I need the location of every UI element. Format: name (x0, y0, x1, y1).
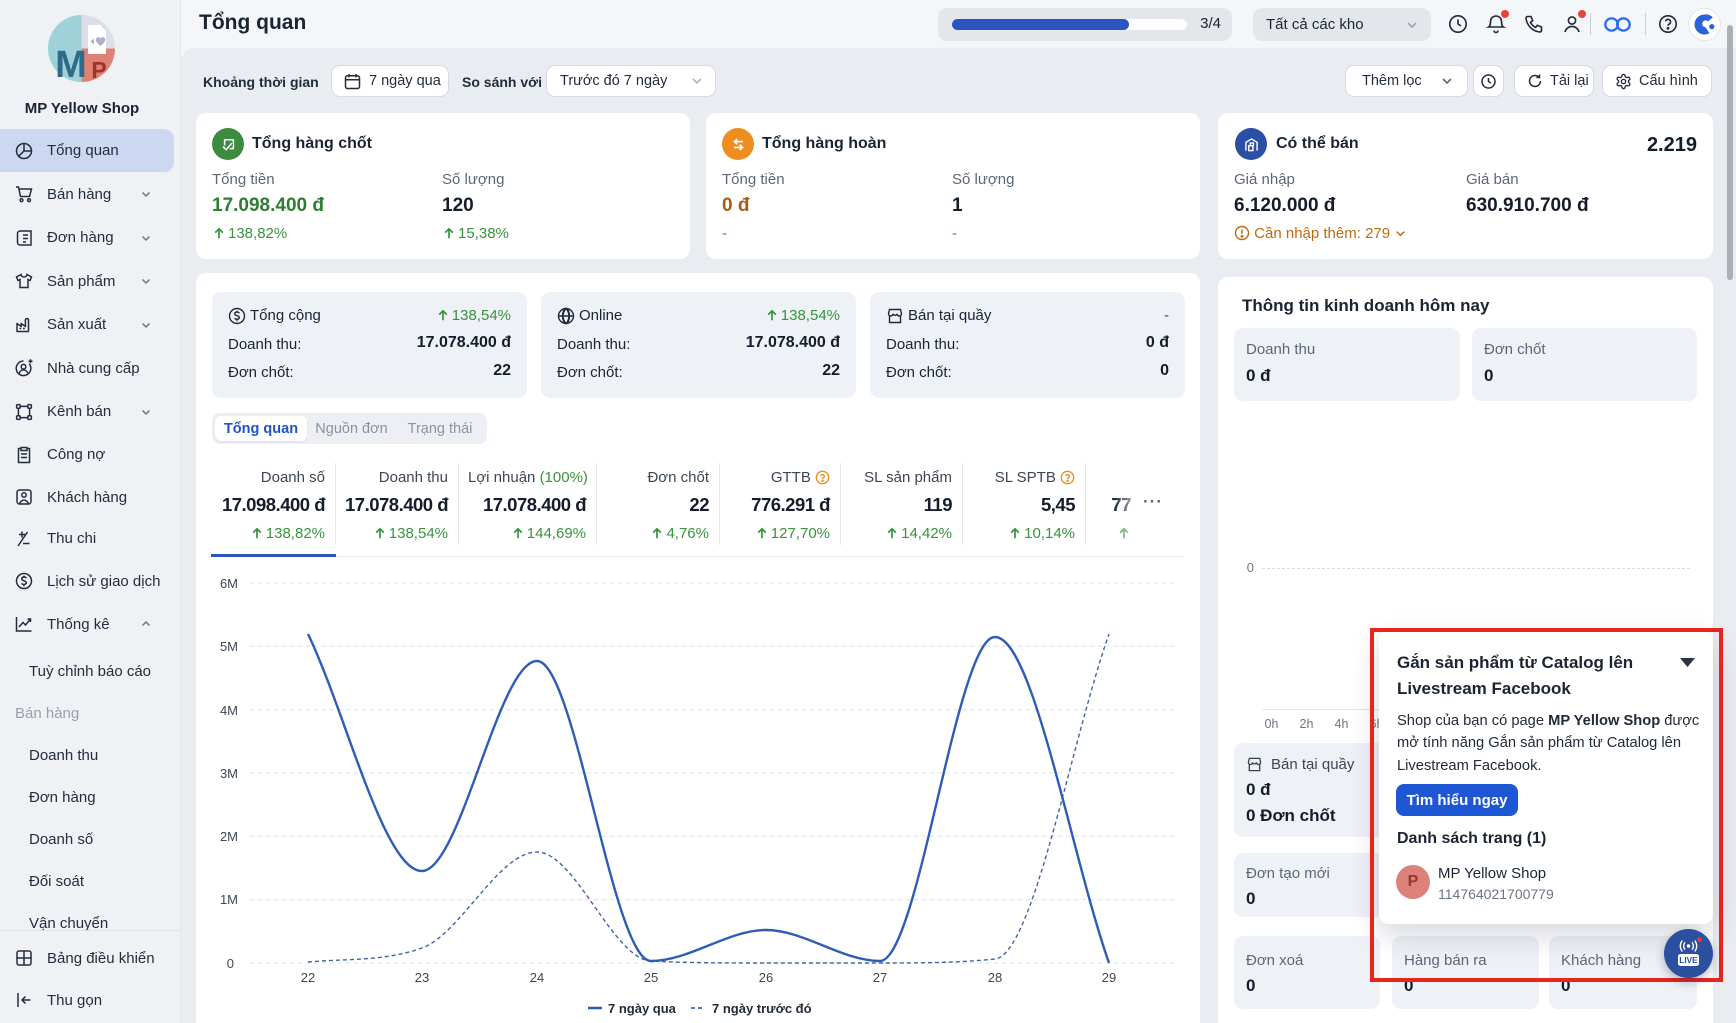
svg-text:5M: 5M (220, 639, 238, 654)
svg-text:28: 28 (988, 970, 1002, 985)
svg-text:23: 23 (415, 970, 429, 985)
svg-text:0: 0 (227, 956, 234, 971)
svg-text:6M: 6M (220, 576, 238, 591)
svg-text:2M: 2M (220, 829, 238, 844)
svg-text:7 ngày trước đó: 7 ngày trước đó (712, 1001, 812, 1016)
svg-text:P: P (91, 57, 106, 82)
svg-text:M: M (55, 44, 87, 82)
svg-text:1M: 1M (220, 892, 238, 907)
svg-text:7 ngày qua: 7 ngày qua (608, 1001, 677, 1016)
svg-text:LIVE: LIVE (1679, 955, 1698, 965)
svg-text:24: 24 (530, 970, 544, 985)
svg-text:25: 25 (644, 970, 658, 985)
svg-text:29: 29 (1102, 970, 1116, 985)
svg-text:26: 26 (759, 970, 773, 985)
svg-text:4M: 4M (220, 703, 238, 718)
svg-text:3M: 3M (220, 766, 238, 781)
svg-text:27: 27 (873, 970, 887, 985)
svg-text:22: 22 (301, 970, 315, 985)
